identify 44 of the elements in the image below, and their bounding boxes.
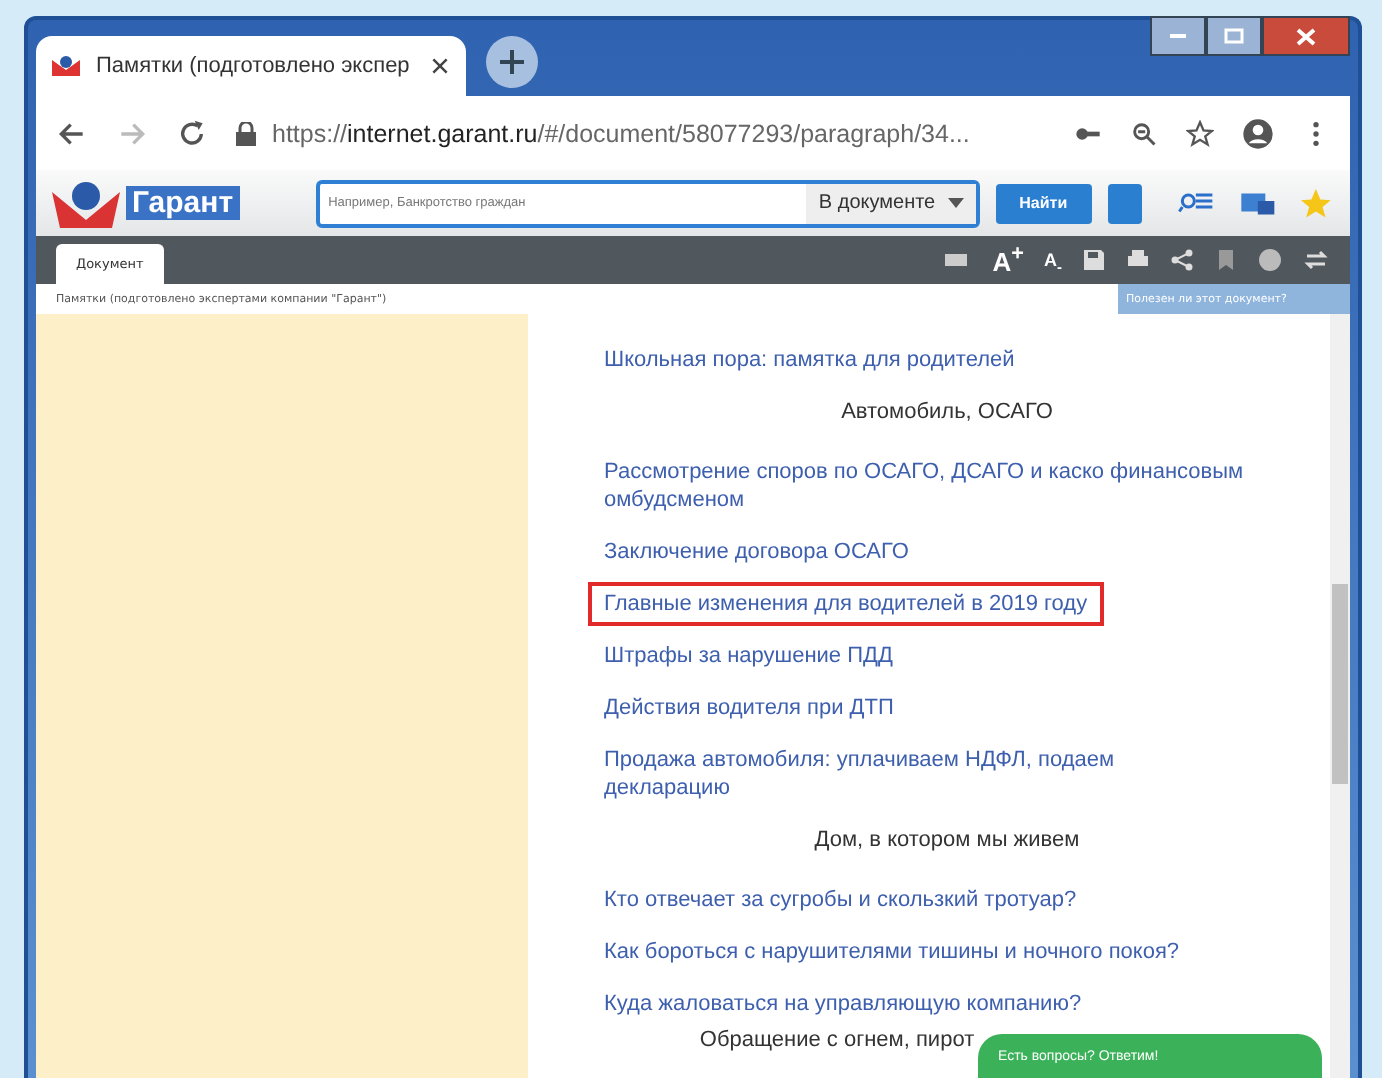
star-icon[interactable] bbox=[1186, 119, 1214, 147]
document-link[interactable]: Действия водителя при ДТП bbox=[588, 686, 910, 730]
document-link[interactable]: Рассмотрение споров по ОСАГО, ДСАГО и каско финансовым омбудсменом bbox=[588, 450, 1260, 522]
minimize-icon bbox=[1170, 32, 1186, 40]
find-button[interactable]: Найти bbox=[995, 183, 1092, 224]
close-icon[interactable] bbox=[430, 56, 450, 76]
section-heading: Автомобиль, ОСАГО bbox=[839, 398, 1055, 426]
document-link[interactable]: Как бороться с нарушителями тишины и ночного покоя? bbox=[588, 930, 1196, 974]
font-increase-button[interactable]: A$^{+}$ bbox=[992, 241, 1024, 277]
document-link[interactable]: Заключение договора ОСАГО bbox=[588, 530, 925, 574]
logo-text: Гарант bbox=[126, 186, 240, 221]
maximize-icon bbox=[1224, 28, 1244, 44]
document-link[interactable]: Главные изменения для водителей в 2019 году bbox=[588, 582, 1104, 626]
minimize-button[interactable] bbox=[1150, 16, 1206, 56]
account-icon[interactable] bbox=[1242, 117, 1274, 149]
save-icon[interactable] bbox=[1082, 248, 1106, 273]
scope-dropdown[interactable]: В документе bbox=[806, 183, 976, 224]
section-heading: Обращение с огнем, пирот bbox=[697, 1026, 977, 1054]
back-icon[interactable] bbox=[56, 117, 88, 149]
tab-title: Памятки (подготовлено экспер bbox=[96, 54, 412, 78]
site-icon bbox=[52, 56, 80, 76]
document-link[interactable]: Штрафы за нарушение ПДД bbox=[588, 634, 909, 678]
logo-icon bbox=[52, 179, 120, 228]
close-button[interactable] bbox=[1262, 16, 1350, 56]
plus-icon bbox=[500, 50, 524, 74]
lock-icon bbox=[236, 121, 256, 145]
close-icon bbox=[1296, 27, 1316, 45]
document-link[interactable]: Куда жаловаться на управляющую компанию? bbox=[588, 982, 1098, 1026]
options-button[interactable] bbox=[1107, 183, 1143, 224]
new-tab-button[interactable] bbox=[486, 36, 538, 88]
caret-icon bbox=[947, 198, 964, 209]
reload-icon[interactable] bbox=[176, 117, 208, 149]
section-heading: Дом, в котором мы живем bbox=[812, 826, 1082, 854]
document-link[interactable]: Школьная пора: памятка для родителей bbox=[588, 338, 1031, 382]
bookmark-icon[interactable] bbox=[1214, 248, 1238, 273]
font-decrease-button[interactable]: A$_{-}$ bbox=[1044, 250, 1062, 277]
swap-icon[interactable] bbox=[1302, 248, 1330, 273]
scrollbar[interactable] bbox=[1330, 314, 1350, 1078]
maximize-button[interactable] bbox=[1206, 16, 1262, 56]
share-icon[interactable] bbox=[1170, 248, 1194, 273]
browser-tab[interactable]: Памятки (подготовлено экспер bbox=[36, 36, 466, 96]
zoom-icon[interactable] bbox=[1130, 119, 1158, 147]
document-link[interactable]: Кто отвечает за сугробы и скользкий тротуар? bbox=[588, 878, 1093, 922]
document-link[interactable]: Продажа автомобиля: уплачиваем НДФЛ, подаем декларацию bbox=[588, 738, 1260, 810]
